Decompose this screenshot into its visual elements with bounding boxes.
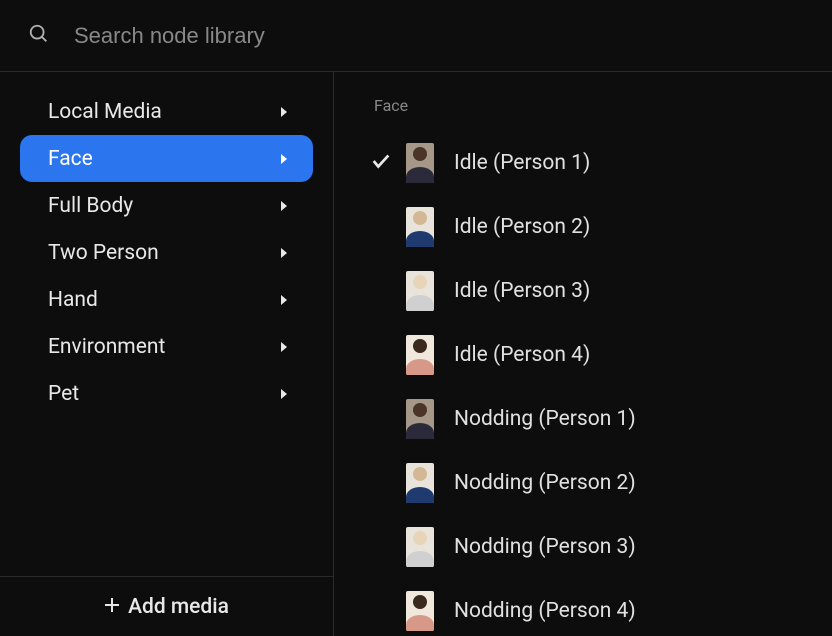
category-item[interactable]: Pet [20, 370, 313, 417]
thumbnail [406, 463, 434, 503]
section-heading: Face [370, 96, 812, 115]
category-label: Hand [48, 288, 98, 312]
plus-icon [104, 595, 120, 619]
category-item[interactable]: Environment [20, 323, 313, 370]
list-item[interactable]: Idle (Person 3) [370, 259, 812, 323]
list-item[interactable]: Nodding (Person 3) [370, 515, 812, 579]
search-bar [0, 0, 832, 72]
category-item[interactable]: Face [20, 135, 313, 182]
chevron-right-icon [279, 389, 289, 399]
thumbnail [406, 591, 434, 631]
chevron-right-icon [279, 342, 289, 352]
category-label: Environment [48, 335, 165, 359]
main: Local Media Face Full Body Two Person Hand En… [0, 72, 832, 636]
check-icon [370, 150, 392, 176]
item-list: Idle (Person 1) Idle (Person 2) Idle (Pers… [370, 131, 812, 636]
item-label: Idle (Person 1) [454, 151, 590, 175]
category-list: Local Media Face Full Body Two Person Hand En… [0, 88, 333, 576]
content-panel: Face Idle (Person 1)Idle (Person 2)Idle … [334, 72, 832, 636]
thumbnail [406, 143, 434, 183]
category-item[interactable]: Local Media [20, 88, 313, 135]
category-label: Full Body [48, 194, 133, 218]
item-label: Idle (Person 3) [454, 279, 590, 303]
list-item[interactable]: Idle (Person 1) [370, 131, 812, 195]
check-slot [370, 150, 406, 176]
item-label: Nodding (Person 4) [454, 599, 636, 623]
thumbnail [406, 271, 434, 311]
chevron-right-icon [279, 201, 289, 211]
category-item[interactable]: Two Person [20, 229, 313, 276]
category-label: Local Media [48, 100, 162, 124]
chevron-right-icon [279, 107, 289, 117]
category-item[interactable]: Hand [20, 276, 313, 323]
item-label: Nodding (Person 2) [454, 471, 636, 495]
list-item[interactable]: Idle (Person 2) [370, 195, 812, 259]
thumbnail [406, 399, 434, 439]
category-item[interactable]: Full Body [20, 182, 313, 229]
item-label: Nodding (Person 3) [454, 535, 636, 559]
sidebar: Local Media Face Full Body Two Person Hand En… [0, 72, 334, 636]
add-media-label: Add media [128, 595, 229, 619]
item-label: Nodding (Person 1) [454, 407, 636, 431]
list-item[interactable]: Nodding (Person 2) [370, 451, 812, 515]
chevron-right-icon [279, 295, 289, 305]
search-input[interactable] [74, 23, 804, 49]
category-label: Pet [48, 382, 79, 406]
thumbnail [406, 527, 434, 567]
search-icon [28, 23, 50, 49]
item-label: Idle (Person 2) [454, 215, 590, 239]
category-label: Face [48, 147, 93, 171]
list-item[interactable]: Nodding (Person 4) [370, 579, 812, 636]
list-item[interactable]: Nodding (Person 1) [370, 387, 812, 451]
add-media-button[interactable]: Add media [0, 576, 333, 636]
chevron-right-icon [279, 154, 289, 164]
list-item[interactable]: Idle (Person 4) [370, 323, 812, 387]
category-label: Two Person [48, 241, 159, 265]
item-label: Idle (Person 4) [454, 343, 590, 367]
thumbnail [406, 207, 434, 247]
chevron-right-icon [279, 248, 289, 258]
thumbnail [406, 335, 434, 375]
